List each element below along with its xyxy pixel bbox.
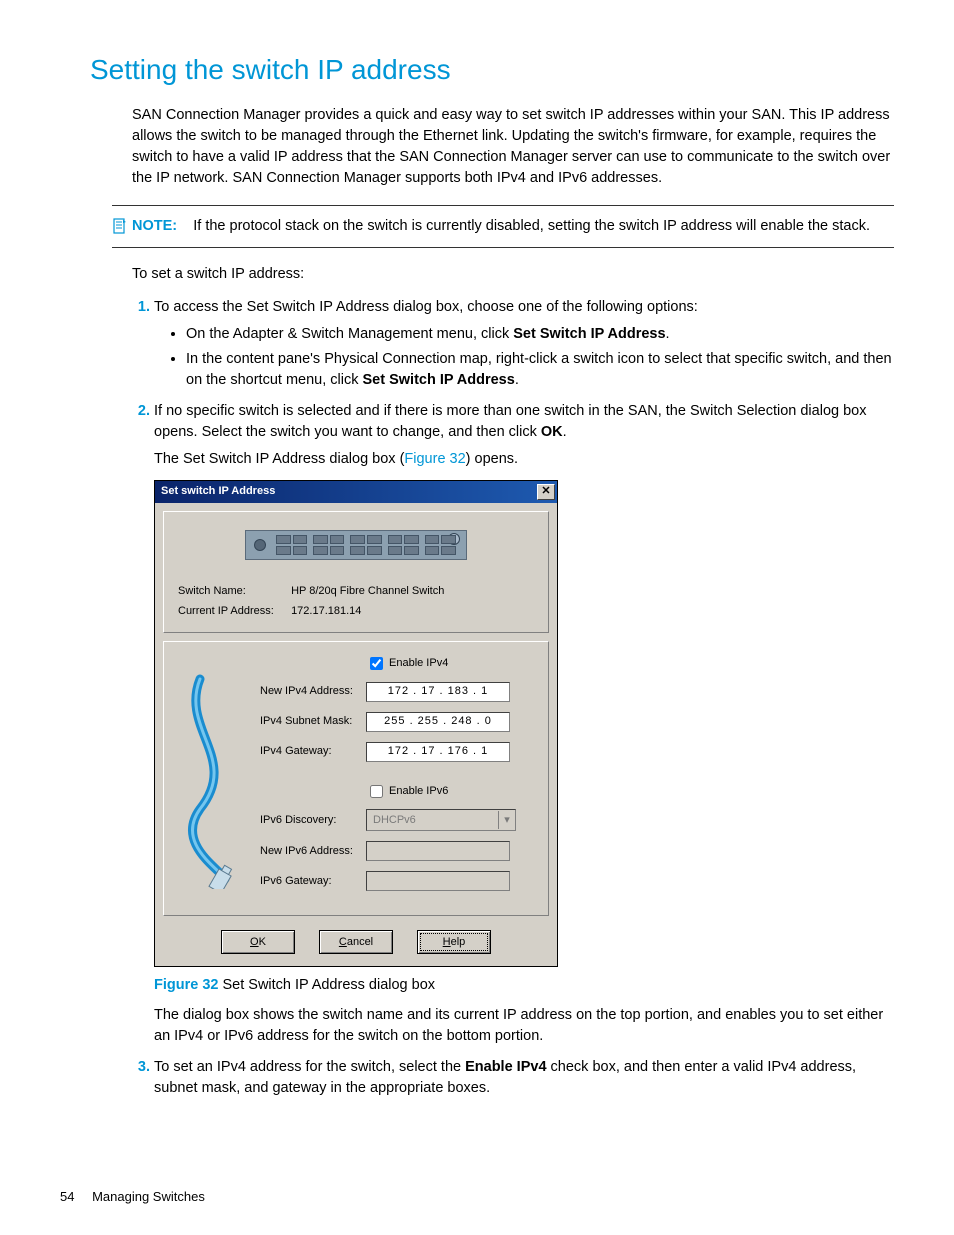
step-2-sub-post: ) opens. <box>466 451 518 467</box>
step-2-sub-pre: The Set Switch IP Address dialog box ( <box>154 451 404 467</box>
ipv4-address-label: New IPv4 Address: <box>260 684 366 700</box>
step-2-post: . <box>563 424 567 440</box>
note-label: NOTE: <box>132 218 177 234</box>
set-switch-ip-dialog: Set switch IP Address ✕ <box>154 480 558 968</box>
note-block: NOTE: If the protocol stack on the switc… <box>112 205 894 248</box>
current-ip-value: 172.17.181.14 <box>291 605 361 617</box>
ipv4-mask-input[interactable]: 255 . 255 . 248 . 0 <box>366 712 510 732</box>
ipv6-gateway-label: IPv6 Gateway: <box>260 874 366 890</box>
ipv4-gateway-input[interactable]: 172 . 17 . 176 . 1 <box>366 742 510 762</box>
help-button[interactable]: Help <box>417 930 491 954</box>
figure-link[interactable]: Figure 32 <box>404 451 465 467</box>
page-heading: Setting the switch IP address <box>90 50 894 91</box>
ipv6-address-input[interactable] <box>366 841 510 861</box>
note-text <box>181 218 193 234</box>
page-number: 54 <box>60 1189 74 1204</box>
ipv4-gateway-label: IPv4 Gateway: <box>260 744 366 760</box>
step-2-bold: OK <box>541 424 563 440</box>
step-3-pre: To set an IPv4 address for the switch, s… <box>154 1059 465 1075</box>
ipv4-address-input[interactable]: 172 . 17 . 183 . 1 <box>366 682 510 702</box>
note-icon <box>112 218 128 241</box>
current-ip-label: Current IP Address: <box>178 604 288 620</box>
ipv6-address-label: New IPv6 Address: <box>260 844 366 860</box>
ok-underline: O <box>250 936 259 948</box>
enable-ipv4-label: Enable IPv4 <box>389 656 448 672</box>
cancel-underline: C <box>339 936 347 948</box>
ok-button[interactable]: OK <box>221 930 295 954</box>
enable-ipv6-label: Enable IPv6 <box>389 784 448 800</box>
note-body: If the protocol stack on the switch is c… <box>193 218 870 234</box>
step-1-bullet-2-pre: In the content pane's Physical Connectio… <box>186 351 892 388</box>
step-1-bullet-1: On the Adapter & Switch Management menu,… <box>186 324 894 345</box>
step-1: To access the Set Switch IP Address dial… <box>154 297 894 391</box>
step-3: To set an IPv4 address for the switch, s… <box>154 1057 894 1099</box>
step-1-bullet-1-pre: On the Adapter & Switch Management menu,… <box>186 326 513 342</box>
switch-name-label: Switch Name: <box>178 584 288 600</box>
after-figure-text: The dialog box shows the switch name and… <box>154 1005 894 1047</box>
enable-ipv6-checkbox[interactable] <box>370 785 383 798</box>
dialog-titlebar: Set switch IP Address ✕ <box>155 481 557 503</box>
step-3-bold: Enable IPv4 <box>465 1059 546 1075</box>
cancel-button[interactable]: Cancel <box>319 930 393 954</box>
ipv6-discovery-label: IPv6 Discovery: <box>260 813 366 829</box>
switch-hardware-image <box>245 530 467 560</box>
ipv4-mask-label: IPv4 Subnet Mask: <box>260 714 366 730</box>
ipv6-gateway-input[interactable] <box>366 871 510 891</box>
step-1-text: To access the Set Switch IP Address dial… <box>154 299 698 315</box>
step-1-bullet-2-bold: Set Switch IP Address <box>363 372 515 388</box>
step-1-bullet-1-bold: Set Switch IP Address <box>513 326 665 342</box>
section-name: Managing Switches <box>92 1189 205 1204</box>
switch-name-value: HP 8/20q Fibre Channel Switch <box>291 585 444 597</box>
close-icon[interactable]: ✕ <box>537 484 555 500</box>
step-2: If no specific switch is selected and if… <box>154 401 894 1047</box>
ipv6-discovery-select[interactable]: DHCPv6 ▾ <box>366 809 516 831</box>
lead-text: To set a switch IP address: <box>132 264 894 285</box>
ipv6-discovery-value: DHCPv6 <box>373 813 416 829</box>
page-footer: 54 Managing Switches <box>60 1188 205 1207</box>
switch-info-panel: Switch Name: HP 8/20q Fibre Channel Swit… <box>163 511 549 633</box>
help-underline: H <box>443 936 451 948</box>
step-2-pre: If no specific switch is selected and if… <box>154 403 866 440</box>
intro-paragraph: SAN Connection Manager provides a quick … <box>132 105 894 189</box>
step-1-bullet-2-post: . <box>515 372 519 388</box>
ip-form-panel: Enable IPv4 New IPv4 Address: 172 . 17 .… <box>163 641 549 917</box>
dialog-title: Set switch IP Address <box>161 484 275 500</box>
step-1-bullet-1-post: . <box>666 326 670 342</box>
enable-ipv4-checkbox[interactable] <box>370 657 383 670</box>
chevron-down-icon: ▾ <box>498 811 515 829</box>
figure-caption: Set Switch IP Address dialog box <box>218 977 435 993</box>
figure-label: Figure 32 <box>154 977 218 993</box>
ethernet-cable-image <box>164 642 256 916</box>
step-1-bullet-2: In the content pane's Physical Connectio… <box>186 349 894 391</box>
